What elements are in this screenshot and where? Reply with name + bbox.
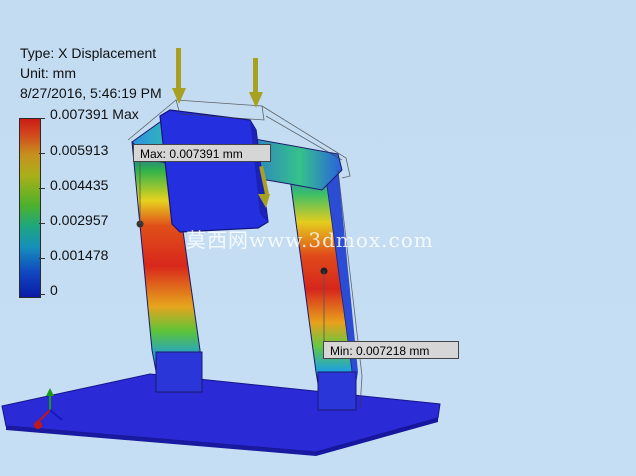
legend-tick [39,118,45,119]
legend-tick [39,188,45,189]
max-probe-label[interactable]: Max: 0.007391 mm [133,144,271,162]
result-unit: Unit: mm [20,65,76,81]
legend-label: 0.004435 [50,177,109,193]
result-type: Type: X Displacement [20,45,157,61]
min-probe-label[interactable]: Min: 0.007218 mm [323,341,459,359]
load-arrow-icon [249,58,263,108]
result-info: Type: X Displacement Unit: mm 8/27/2016,… [20,43,162,103]
load-arrow-icon [172,48,186,104]
fea-viewport[interactable]: Type: X Displacement Unit: mm 8/27/2016,… [0,0,636,476]
legend-label: 0.002957 [50,212,109,228]
legend-label-min: 0 [50,282,58,298]
legend-tick [39,294,45,295]
legend-label: 0.005913 [50,142,109,158]
legend-label: 0.001478 [50,247,109,263]
legend-tick [39,223,45,224]
legend-tick [39,258,45,259]
legend-tick [39,153,45,154]
color-legend-bar [19,118,41,298]
result-timestamp: 8/27/2016, 5:46:19 PM [20,85,162,101]
watermark-text: 莫西网www.3dmox.com [186,228,434,252]
legend-label-max: 0.007391 Max [50,106,139,122]
